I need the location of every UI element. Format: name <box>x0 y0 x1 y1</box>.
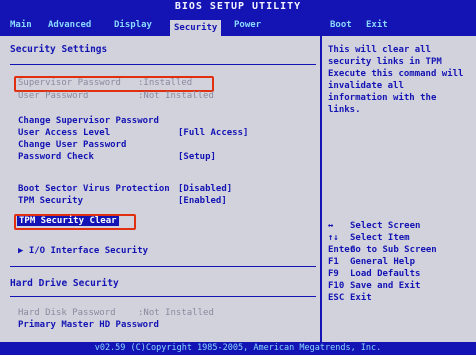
key-f9-name: F9 <box>328 269 339 279</box>
user-access-level-value[interactable]: [Full Access] <box>178 128 248 139</box>
menu-power[interactable]: Power <box>230 18 265 32</box>
key-f9: F9 Load Defaults <box>328 269 420 280</box>
boot-sector-virus-label[interactable]: Boot Sector Virus Protection <box>18 184 170 195</box>
hard-disk-password-value: :Not Installed <box>138 308 214 318</box>
tpm-security-clear-label: TPM Security Clear <box>17 216 119 226</box>
key-f1: F1 General Help <box>328 257 415 268</box>
arrow-ud-icon: ↑↓ <box>328 233 339 243</box>
change-supervisor-password[interactable]: Change Supervisor Password <box>18 116 159 127</box>
help-panel: This will clear all security links in TP… <box>328 38 468 338</box>
security-settings-panel: Security Settings Supervisor Password :I… <box>10 38 316 338</box>
supervisor-password-value: :Installed <box>138 78 193 88</box>
boot-sector-virus-value[interactable]: [Disabled] <box>178 184 232 195</box>
menu-security[interactable]: Security <box>170 20 222 36</box>
hard-drive-security-heading: Hard Drive Security <box>10 278 119 289</box>
key-esc: ESC Exit <box>328 293 372 304</box>
tpm-security-value[interactable]: [Enabled] <box>178 196 227 207</box>
key-select-item: ↑↓ Select Item <box>328 233 410 244</box>
menu-bar: Main Advanced Display Security Power Boo… <box>0 14 476 36</box>
copyright-footer: v02.59 (C)Copyright 1985-2005, American … <box>0 342 476 355</box>
panel-divider <box>320 36 322 342</box>
user-password-value: :Not Installed <box>138 91 214 101</box>
tpm-security-label[interactable]: TPM Security <box>18 196 83 207</box>
supervisor-password-label: Supervisor Password <box>18 78 121 88</box>
io-interface-security[interactable]: ▶ I/O Interface Security <box>18 246 148 257</box>
key-f1-name: F1 <box>328 257 339 267</box>
primary-master-hd-password[interactable]: Primary Master HD Password <box>18 320 159 331</box>
key-enter: EnterGo to Sub Screen <box>328 245 437 256</box>
hard-disk-password-label: Hard Disk Password <box>18 308 116 318</box>
heading-underline <box>10 64 316 65</box>
menu-main[interactable]: Main <box>6 18 36 32</box>
bios-title: BIOS SETUP UTILITY <box>0 0 476 14</box>
key-f10: F10 Save and Exit <box>328 281 420 292</box>
bios-screen: BIOS SETUP UTILITY Main Advanced Display… <box>0 0 476 355</box>
user-password-label: User Password <box>18 91 89 101</box>
help-description: This will clear all security links in TP… <box>328 45 464 115</box>
menu-display[interactable]: Display <box>110 18 156 32</box>
password-check-value[interactable]: [Setup] <box>178 152 216 163</box>
key-f1-label: General Help <box>350 257 416 267</box>
arrow-lr-icon: ↔ <box>328 221 334 231</box>
change-user-password[interactable]: Change User Password <box>18 140 126 151</box>
password-check-label[interactable]: Password Check <box>18 152 94 163</box>
key-esc-name: ESC <box>328 293 345 303</box>
menu-advanced[interactable]: Advanced <box>44 18 95 32</box>
user-access-level-label[interactable]: User Access Level <box>18 128 110 139</box>
key-select-screen: ↔ Select Screen <box>328 221 420 232</box>
key-f9-label: Load Defaults <box>350 269 421 279</box>
tpm-security-clear[interactable]: TPM Security Clear <box>17 216 119 227</box>
section-separator <box>10 266 316 267</box>
key-select-screen-label: Select Screen <box>350 221 421 231</box>
key-enter-label: Go to Sub Screen <box>350 245 437 255</box>
hdd-underline <box>10 296 316 297</box>
key-f10-label: Save and Exit <box>350 281 421 291</box>
key-select-item-label: Select Item <box>350 233 410 243</box>
key-esc-label: Exit <box>350 293 372 303</box>
key-f10-name: F10 <box>328 281 345 291</box>
menu-exit[interactable]: Exit <box>362 18 392 32</box>
key-enter-name: Enter <box>328 245 356 255</box>
menu-boot[interactable]: Boot <box>326 18 356 32</box>
security-settings-heading: Security Settings <box>10 44 108 55</box>
